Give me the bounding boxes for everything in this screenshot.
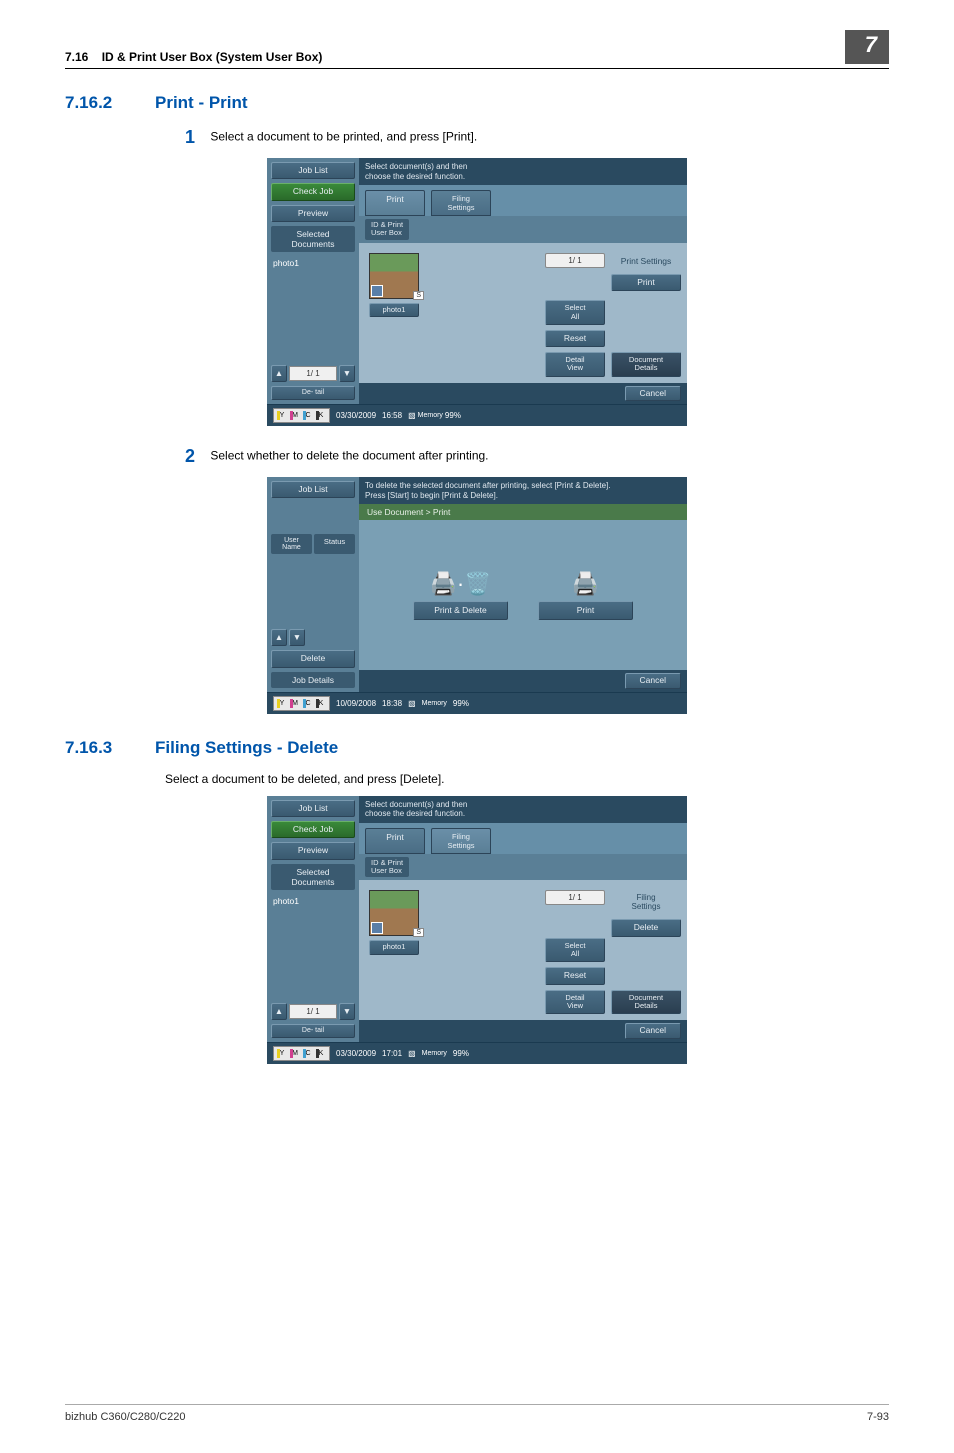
- thumb-label[interactable]: photo1: [369, 303, 419, 317]
- status-date: 03/30/2009: [336, 411, 376, 420]
- header-section-ref: 7.16: [65, 50, 88, 64]
- mfp-panel-1: Job List Check Job Preview Selected Docu…: [267, 158, 687, 426]
- thumb-label[interactable]: photo1: [369, 940, 419, 954]
- tab-filing-settings[interactable]: Filing Settings: [431, 828, 491, 854]
- memory-icon: ▧: [408, 411, 416, 420]
- memory-label: Memory: [418, 412, 443, 419]
- footer-model: bizhub C360/C280/C220: [65, 1411, 185, 1423]
- job-list-button[interactable]: Job List: [271, 800, 355, 817]
- cancel-button[interactable]: Cancel: [625, 386, 681, 401]
- detail-view-button[interactable]: Detail View: [545, 352, 605, 377]
- breadcrumb: Use Document > Print: [359, 504, 687, 520]
- page-footer: bizhub C360/C280/C220 7-93: [65, 1404, 889, 1423]
- memory-label: Memory: [422, 700, 447, 707]
- selected-doc-item[interactable]: photo1: [271, 256, 355, 270]
- memory-label: Memory: [422, 1050, 447, 1057]
- preview-button[interactable]: Preview: [271, 205, 355, 222]
- delete-button[interactable]: Delete: [271, 650, 355, 667]
- tab-print[interactable]: Print: [365, 828, 425, 854]
- footer-page: 7-93: [867, 1411, 889, 1423]
- document-thumbnail[interactable]: S: [369, 253, 419, 299]
- chapter-badge: 7: [845, 30, 889, 64]
- tab-print[interactable]: Print: [365, 190, 425, 216]
- job-list-button[interactable]: Job List: [271, 162, 355, 179]
- check-job-button[interactable]: Check Job: [271, 183, 355, 200]
- document-thumbnail[interactable]: S: [369, 890, 419, 936]
- detail-small-button[interactable]: De- tail: [271, 386, 355, 400]
- mfp-panel-2: Job List User Name Status ▲ ▼ Delete Job…: [267, 477, 687, 714]
- status-time: 18:38: [382, 699, 402, 708]
- print-delete-icon: 🖨️·🗑️: [413, 571, 508, 597]
- selected-doc-item[interactable]: photo1: [271, 894, 355, 908]
- select-all-button[interactable]: Select All: [545, 300, 605, 325]
- running-header: 7.16 ID & Print User Box (System User Bo…: [65, 30, 889, 69]
- thumb-badge: S: [413, 928, 424, 937]
- toner-levels: YMCK: [273, 696, 330, 711]
- status-time: 16:58: [382, 411, 402, 420]
- detail-view-button[interactable]: Detail View: [545, 990, 605, 1015]
- header-section-title: ID & Print User Box (System User Box): [102, 50, 323, 64]
- message-bar: Select document(s) and then choose the d…: [359, 158, 687, 185]
- step-1: 1 Select a document to be printed, and p…: [165, 127, 889, 148]
- memory-icon: ▧: [408, 1049, 416, 1058]
- status-date: 10/09/2008: [336, 699, 376, 708]
- select-all-button[interactable]: Select All: [545, 938, 605, 963]
- left-pager: 1/ 1: [289, 366, 337, 381]
- cancel-button[interactable]: Cancel: [625, 1023, 681, 1038]
- page-indicator: 1/ 1: [545, 890, 605, 905]
- filing-settings-label: Filing Settings: [611, 890, 681, 914]
- thumb-badge: S: [413, 291, 424, 300]
- userbox-subtab[interactable]: ID & Print User Box: [365, 857, 409, 878]
- section-heading-1: 7.16.2Print - Print: [65, 93, 889, 113]
- page-up-icon[interactable]: ▲: [271, 629, 287, 646]
- selected-documents-label: Selected Documents: [271, 864, 355, 890]
- toner-levels: YMCK: [273, 408, 330, 423]
- status-date: 03/30/2009: [336, 1049, 376, 1058]
- preview-button[interactable]: Preview: [271, 842, 355, 859]
- section-2-intro: Select a document to be deleted, and pre…: [165, 772, 889, 786]
- toner-levels: YMCK: [273, 1046, 330, 1061]
- left-pager: 1/ 1: [289, 1004, 337, 1019]
- print-only-button[interactable]: Print: [538, 601, 633, 620]
- memory-icon: ▧: [408, 699, 416, 708]
- page-indicator: 1/ 1: [545, 253, 605, 268]
- print-button[interactable]: Print: [611, 274, 681, 291]
- print-and-delete-button[interactable]: Print & Delete: [413, 601, 508, 620]
- job-list-button[interactable]: Job List: [271, 481, 355, 498]
- user-name-header: User Name: [271, 534, 312, 554]
- mfp-panel-3: Job List Check Job Preview Selected Docu…: [267, 796, 687, 1064]
- selected-documents-label: Selected Documents: [271, 226, 355, 252]
- message-bar: Select document(s) and then choose the d…: [359, 796, 687, 823]
- memory-pct: 99%: [453, 699, 469, 708]
- userbox-subtab[interactable]: ID & Print User Box: [365, 219, 409, 240]
- print-settings-label: Print Settings: [611, 253, 681, 269]
- section-heading-2: 7.16.3Filing Settings - Delete: [65, 738, 889, 758]
- delete-button[interactable]: Delete: [611, 919, 681, 936]
- print-icon: 🖨️: [538, 571, 633, 597]
- reset-button[interactable]: Reset: [545, 330, 605, 347]
- memory-pct: 99%: [445, 411, 461, 420]
- page-down-icon[interactable]: ▼: [289, 629, 305, 646]
- memory-pct: 99%: [453, 1049, 469, 1058]
- page-down-icon[interactable]: ▼: [339, 1003, 355, 1020]
- detail-small-button[interactable]: De- tail: [271, 1024, 355, 1038]
- status-time: 17:01: [382, 1049, 402, 1058]
- document-details-button[interactable]: Document Details: [611, 352, 681, 377]
- job-details-button[interactable]: Job Details: [271, 672, 355, 688]
- check-job-button[interactable]: Check Job: [271, 821, 355, 838]
- page-down-icon[interactable]: ▼: [339, 365, 355, 382]
- message-bar: To delete the selected document after pr…: [359, 477, 687, 504]
- page-up-icon[interactable]: ▲: [271, 1003, 287, 1020]
- document-details-button[interactable]: Document Details: [611, 990, 681, 1015]
- step-2: 2 Select whether to delete the document …: [165, 446, 889, 467]
- tab-filing-settings[interactable]: Filing Settings: [431, 190, 491, 216]
- cancel-button[interactable]: Cancel: [625, 673, 681, 688]
- reset-button[interactable]: Reset: [545, 967, 605, 984]
- page-up-icon[interactable]: ▲: [271, 365, 287, 382]
- status-header: Status: [314, 534, 355, 554]
